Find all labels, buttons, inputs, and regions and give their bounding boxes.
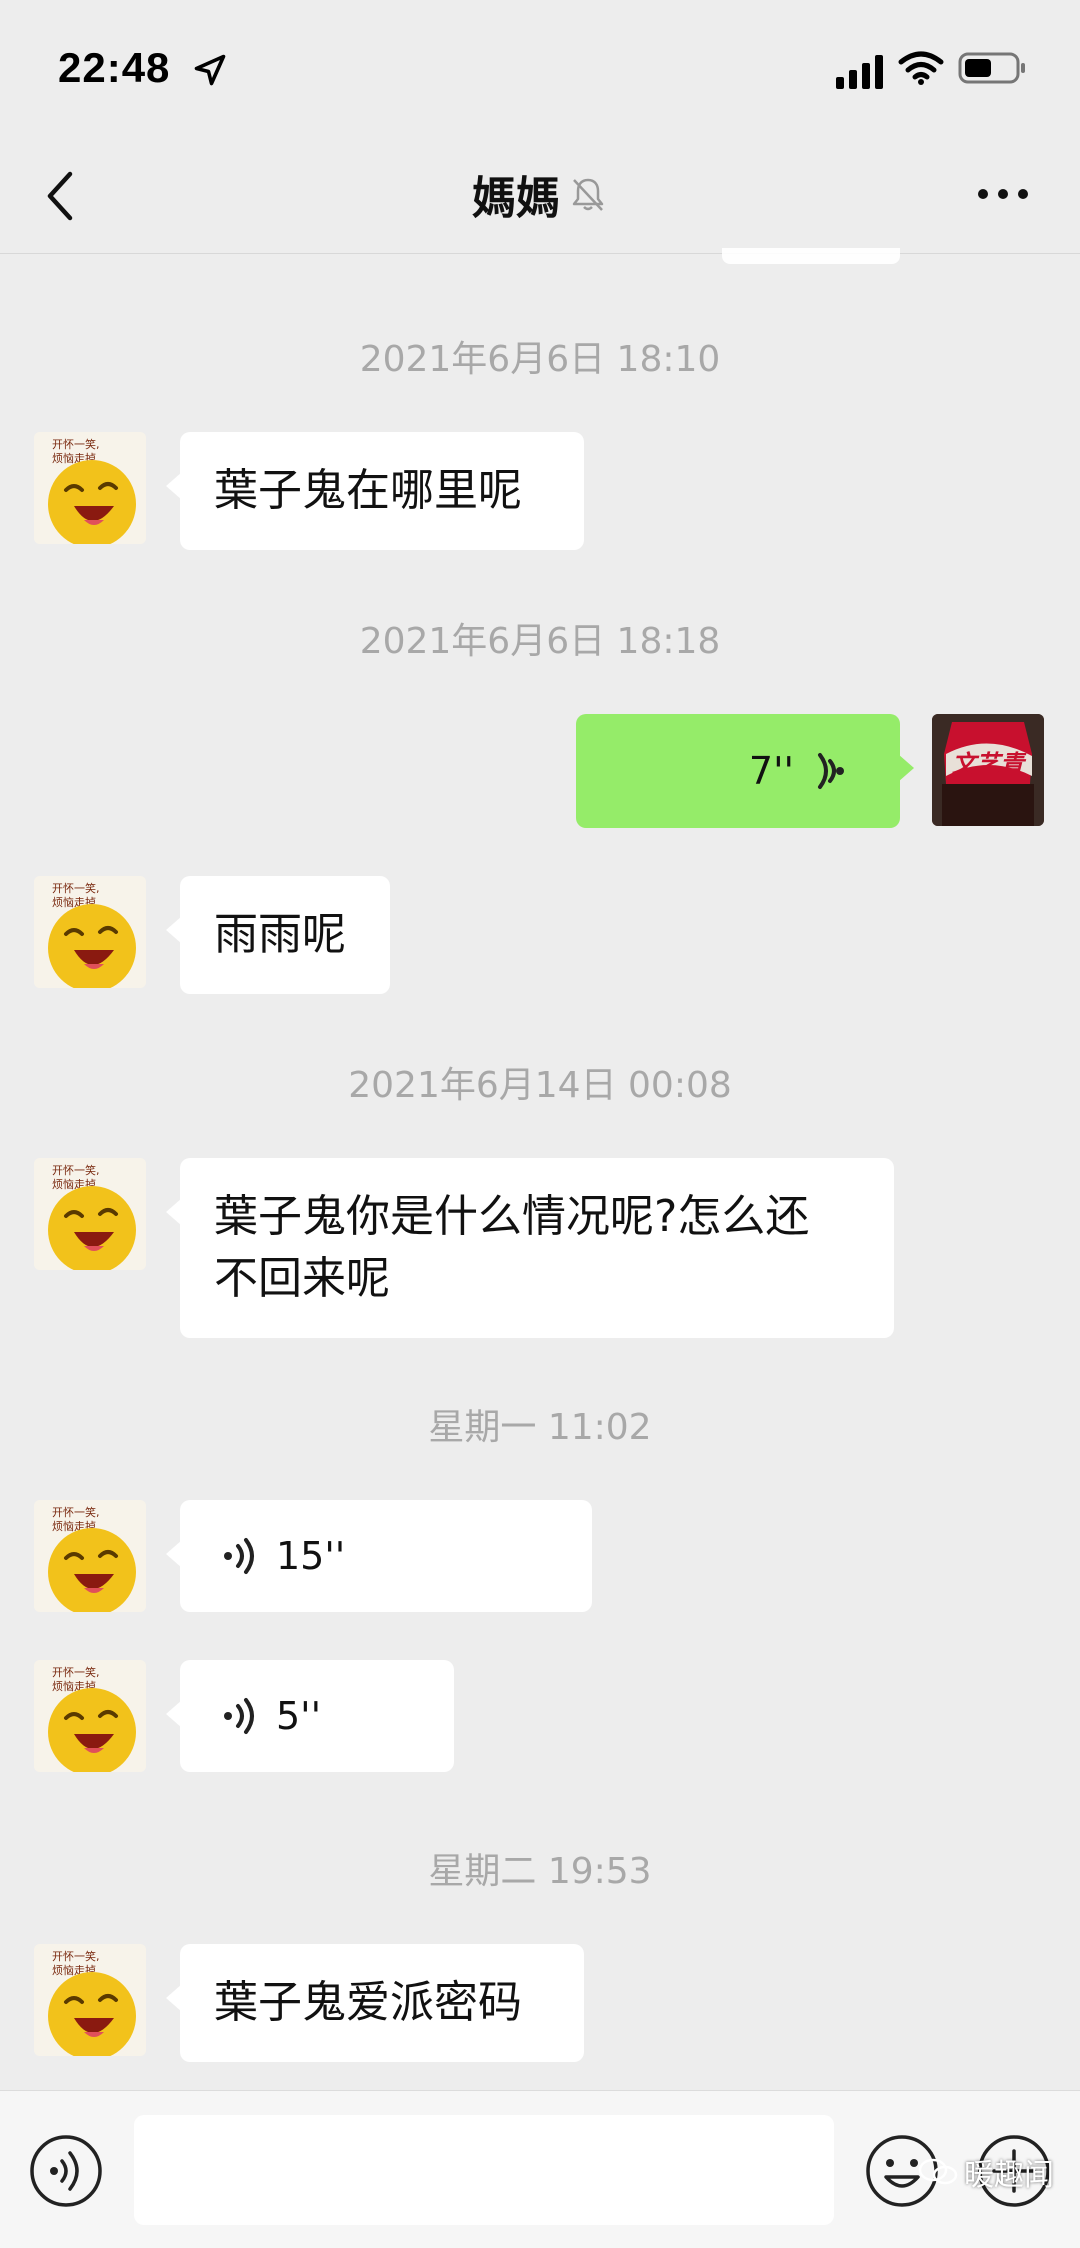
contact-avatar[interactable]: 开怀一笑, 烦恼走掉. [34,1158,146,1270]
message-bubble[interactable]: 葉子鬼在哪里呢 [166,432,584,550]
chat-title-container: 媽媽 [0,162,1080,226]
timestamp: 星期一 11:02 [428,1407,652,1448]
previous-message-edge [722,248,900,264]
message-bubble[interactable]: 雨雨呢 [166,876,390,994]
status-bar: 22:48 [0,0,1080,140]
avatar-caption-1: 开怀一笑, [52,881,100,895]
voice-message-bubble-self[interactable]: 7'' [576,714,914,828]
voice-wave-icon [818,753,844,789]
status-time: 22:48 [58,44,171,91]
avatar-caption-1: 开怀一笑, [52,1665,100,1679]
wifi-icon [898,51,944,85]
watermark: 暖趣闻 [918,2150,1054,2194]
avatar-caption-1: 开怀一笑, [52,437,100,451]
message-bubble[interactable]: 葉子鬼你是什么情况呢?怎么还 不回来呢 [166,1158,894,1338]
contact-avatar[interactable]: 开怀一笑, 烦恼走掉. [34,1500,146,1612]
more-icon[interactable] [976,184,1030,204]
signal-icon [836,55,883,89]
message-text-line2: 不回来呢 [214,1253,390,1304]
self-avatar-label: 文艺青 [952,750,1027,778]
voice-duration: 15'' [276,1534,346,1578]
voice-wave-icon [224,1538,254,1574]
contact-avatar[interactable]: 开怀一笑, 烦恼走掉. [34,1944,146,2056]
chat-title: 媽媽 [472,173,560,224]
avatar-caption-1: 开怀一笑, [52,1949,100,1963]
message-bubble[interactable]: 葉子鬼爱派密码 [166,1944,584,2062]
timestamp: 2021年6月14日 00:08 [348,1065,732,1106]
voice-message-bubble[interactable]: 15'' [166,1500,592,1612]
wechat-logo-icon [918,2158,958,2185]
voice-duration: 7'' [748,749,794,793]
timestamp: 2021年6月6日 18:18 [359,621,721,662]
voice-input-icon[interactable] [28,2133,104,2209]
location-arrow-icon [194,54,226,86]
contact-avatar[interactable]: 开怀一笑, 烦恼走掉. [34,876,146,988]
message-text: 雨雨呢 [214,909,346,960]
battery-icon [958,52,1025,84]
voice-duration: 5'' [276,1694,322,1738]
voice-wave-icon [224,1698,254,1734]
contact-avatar[interactable]: 开怀一笑, 烦恼走掉. [34,1660,146,1772]
voice-message-bubble[interactable]: 5'' [166,1660,454,1772]
watermark-text: 暖趣闻 [964,2158,1054,2193]
contact-avatar[interactable]: 开怀一笑, 烦恼走掉. [34,432,146,544]
mute-bell-icon [572,178,604,211]
message-text-line1: 葉子鬼你是什么情况呢?怎么还 [214,1191,810,1242]
message-input[interactable] [134,2115,834,2225]
chat-header: 媽媽 [0,140,1080,254]
avatar-caption-1: 开怀一笑, [52,1505,100,1519]
message-text: 葉子鬼在哪里呢 [214,465,522,516]
avatar-caption-1: 开怀一笑, [52,1163,100,1177]
timestamp: 2021年6月6日 18:10 [359,339,721,380]
timestamp: 星期二 19:53 [428,1851,652,1892]
self-avatar[interactable]: 文艺青 [932,714,1044,826]
message-text: 葉子鬼爱派密码 [214,1977,522,2028]
